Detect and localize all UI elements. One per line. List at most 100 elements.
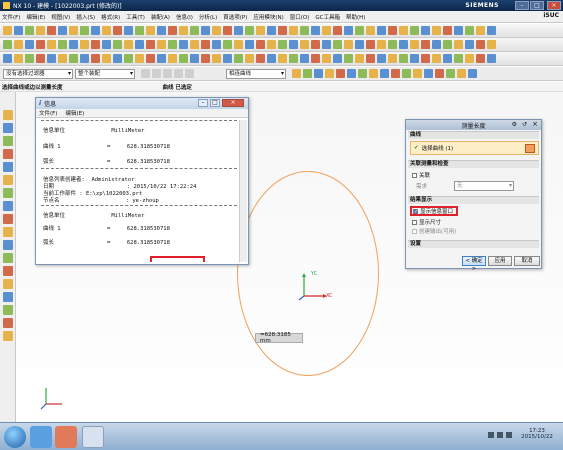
tool-icon[interactable] [289, 26, 298, 35]
info-menu-edit[interactable]: 编辑(E) [65, 109, 84, 117]
tool-icon[interactable] [36, 26, 45, 35]
tool-icon[interactable] [2, 305, 13, 315]
tool-icon[interactable] [355, 40, 364, 49]
tool-icon[interactable] [36, 40, 45, 49]
tool-icon[interactable] [410, 26, 419, 35]
snap-icon[interactable] [347, 69, 356, 78]
tool-icon[interactable] [333, 40, 342, 49]
tool-icon[interactable] [234, 26, 243, 35]
menu-application[interactable]: 应用模块(N) [253, 13, 283, 21]
tool-icon[interactable] [421, 54, 430, 63]
tool-icon[interactable] [69, 40, 78, 49]
history-icon[interactable] [2, 188, 13, 198]
dialog-gear-icon[interactable]: ⚙ [512, 121, 517, 128]
tool-icon[interactable] [388, 26, 397, 35]
curve-rule-select[interactable]: 相连曲线 [226, 68, 286, 79]
section-results-display[interactable]: 结果显示 [408, 196, 539, 204]
tool-icon[interactable] [300, 54, 309, 63]
tool-icon[interactable] [322, 26, 331, 35]
tool-icon[interactable] [3, 40, 12, 49]
tool-icon[interactable] [124, 26, 133, 35]
tool-icon[interactable] [212, 54, 221, 63]
section-associativity[interactable]: 关联测量和检查 [408, 160, 539, 168]
process-studio-icon[interactable] [2, 214, 13, 224]
tool-icon[interactable] [311, 54, 320, 63]
tool-icon[interactable] [410, 54, 419, 63]
tool-icon[interactable] [256, 26, 265, 35]
tool-icon[interactable] [454, 54, 463, 63]
tool-icon[interactable] [135, 54, 144, 63]
tool-icon[interactable] [245, 26, 254, 35]
tool-icon[interactable] [267, 26, 276, 35]
tool-icon[interactable] [399, 40, 408, 49]
minimize-button[interactable]: – [515, 1, 529, 10]
menu-tools[interactable]: 工具(T) [126, 13, 145, 21]
tool-icon[interactable] [311, 40, 320, 49]
tool-icon[interactable] [190, 26, 199, 35]
snap-icon[interactable] [380, 69, 389, 78]
tool-icon[interactable] [344, 26, 353, 35]
tool-icon[interactable] [36, 54, 45, 63]
tool-icon[interactable] [267, 40, 276, 49]
tool-icon[interactable] [245, 40, 254, 49]
snap-icon[interactable] [369, 69, 378, 78]
tool-icon[interactable] [2, 318, 13, 328]
tool-icon[interactable] [432, 54, 441, 63]
system-materials-icon[interactable] [2, 201, 13, 211]
tool-icon[interactable] [465, 26, 474, 35]
curve-select-icon[interactable] [525, 144, 535, 153]
tool-icon[interactable] [487, 40, 496, 49]
tool-icon[interactable] [223, 26, 232, 35]
constraint-navigator-icon[interactable] [2, 123, 13, 133]
tool-icon[interactable] [333, 54, 342, 63]
close-button[interactable]: × [547, 1, 561, 10]
snap-icon[interactable] [325, 69, 334, 78]
tool-icon[interactable] [267, 54, 276, 63]
menu-assembly[interactable]: 装配(A) [151, 13, 170, 21]
tool-icon[interactable] [2, 279, 13, 289]
info-maximize-button[interactable]: □ [210, 99, 220, 107]
tool-icon[interactable] [399, 54, 408, 63]
menu-gc-toolbox[interactable]: GC工具箱 [315, 13, 340, 21]
info-close-button[interactable]: × [222, 99, 244, 107]
tool-icon[interactable] [465, 40, 474, 49]
info-text-area[interactable]: 信息单位 MilliMeter 曲线 1 = 628.318530718 弧长 … [39, 120, 239, 262]
menu-view[interactable]: 视图(V) [51, 13, 70, 21]
tool-icon[interactable] [256, 54, 265, 63]
tool-icon[interactable] [377, 54, 386, 63]
tool-icon[interactable] [355, 26, 364, 35]
scope-filter-select[interactable]: 整个装配 [75, 68, 135, 79]
tool-icon[interactable] [465, 54, 474, 63]
tool-icon[interactable] [179, 26, 188, 35]
tool-icon[interactable] [377, 40, 386, 49]
filter-icon[interactable] [174, 69, 183, 78]
requirement-select[interactable]: 无 [454, 181, 514, 191]
show-info-window-checkbox[interactable]: ✓ [413, 208, 418, 214]
tool-icon[interactable] [366, 40, 375, 49]
menu-edit[interactable]: 编辑(E) [26, 13, 45, 21]
tool-icon[interactable] [69, 54, 78, 63]
tool-icon[interactable] [487, 26, 496, 35]
tool-icon[interactable] [278, 26, 287, 35]
tool-icon[interactable] [14, 54, 23, 63]
snap-icon[interactable] [336, 69, 345, 78]
tool-icon[interactable] [212, 26, 221, 35]
show-dimension-checkbox[interactable] [412, 219, 417, 225]
info-minimize-button[interactable]: – [198, 99, 208, 107]
tool-icon[interactable] [399, 26, 408, 35]
snap-icon[interactable] [314, 69, 323, 78]
dialog-close-icon[interactable]: × [532, 120, 538, 128]
section-settings[interactable]: 设置 [408, 240, 539, 248]
associative-checkbox[interactable] [412, 172, 417, 178]
tool-icon[interactable] [124, 54, 133, 63]
tool-icon[interactable] [322, 40, 331, 49]
tool-icon[interactable] [58, 26, 67, 35]
menu-help[interactable]: 帮助(H) [346, 13, 365, 21]
tool-icon[interactable] [300, 26, 309, 35]
tool-icon[interactable] [311, 26, 320, 35]
clock[interactable]: 17:23 2015/10/22 [518, 428, 556, 440]
section-curve[interactable]: 曲线 [408, 131, 539, 139]
menu-analysis[interactable]: 分析(L) [199, 13, 217, 21]
hd3d-icon[interactable] [2, 162, 13, 172]
taskbar-app-icon[interactable] [55, 426, 77, 448]
